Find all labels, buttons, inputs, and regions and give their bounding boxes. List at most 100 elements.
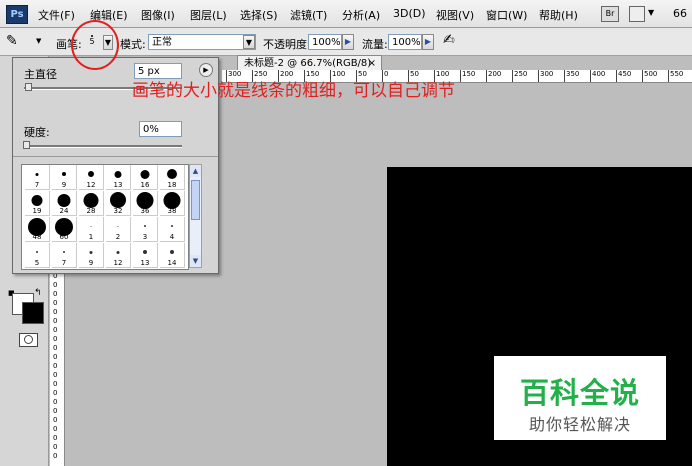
brush-size-label: 18 bbox=[167, 181, 177, 189]
ruler-label: 0 bbox=[53, 317, 58, 325]
ruler-label: 150 bbox=[460, 70, 475, 82]
brush-tip-icon bbox=[114, 170, 122, 178]
scroll-down-icon[interactable]: ▼ bbox=[190, 255, 201, 267]
ruler-label: 0 bbox=[53, 407, 58, 415]
brush-preset-cell[interactable]: 16 bbox=[133, 165, 158, 190]
watermark-title: 百科全说 bbox=[519, 376, 640, 410]
brush-preset-cell[interactable]: 36 bbox=[133, 191, 158, 216]
diameter-slider-handle[interactable] bbox=[25, 83, 32, 91]
brush-preset-cell[interactable]: 60 bbox=[52, 217, 77, 242]
scroll-up-icon[interactable]: ▲ bbox=[190, 165, 201, 177]
menu-view[interactable]: 视图(V) bbox=[436, 7, 474, 23]
opacity-input[interactable]: 100% bbox=[308, 34, 342, 50]
brush-size-label: 32 bbox=[113, 207, 123, 215]
menu-3d[interactable]: 3D(D) bbox=[393, 7, 426, 20]
zoom-level[interactable]: 66 bbox=[673, 7, 687, 20]
hardness-slider[interactable] bbox=[24, 145, 182, 148]
brush-preset-cell[interactable]: 9 bbox=[79, 243, 104, 268]
brush-preset-cell[interactable]: 48 bbox=[25, 217, 50, 242]
brush-tip-icon bbox=[63, 251, 65, 253]
brush-preset-cell[interactable]: 13 bbox=[106, 165, 131, 190]
brush-size-label: 36 bbox=[140, 207, 150, 215]
ruler-label: 0 bbox=[53, 299, 58, 307]
brush-preset-cell[interactable]: 4 bbox=[160, 217, 185, 242]
layout-icon[interactable] bbox=[629, 6, 645, 22]
ruler-label: 0 bbox=[53, 326, 58, 334]
preset-scrollbar[interactable]: ▲ ▼ bbox=[189, 164, 202, 268]
mode-select[interactable]: 正常 bbox=[148, 34, 256, 50]
diameter-label: 主直径 bbox=[24, 68, 57, 81]
brush-size-label: 13 bbox=[113, 181, 123, 189]
brush-tip-icon bbox=[170, 250, 174, 254]
menu-window[interactable]: 窗口(W) bbox=[486, 7, 527, 23]
ruler-label: 0 bbox=[53, 362, 58, 370]
quick-mask-button[interactable] bbox=[19, 333, 38, 347]
ruler-label: 0 bbox=[53, 425, 58, 433]
scroll-thumb[interactable] bbox=[191, 180, 200, 220]
ruler-label: 0 bbox=[53, 344, 58, 352]
brush-tip-icon bbox=[110, 192, 126, 208]
ruler-label: 0 bbox=[53, 380, 58, 388]
brush-size-label: 2 bbox=[115, 233, 121, 241]
hardness-input[interactable]: 0% bbox=[139, 121, 182, 137]
brush-tip-icon bbox=[89, 250, 93, 254]
menu-image[interactable]: 图像(I) bbox=[141, 7, 175, 23]
brush-size-label: 48 bbox=[32, 233, 42, 241]
brush-preset-cell[interactable]: 12 bbox=[79, 165, 104, 190]
brush-tip-icon bbox=[88, 171, 94, 177]
swap-colors-icon[interactable]: ↰ bbox=[34, 288, 42, 298]
brush-preset-cell[interactable]: 2 bbox=[106, 217, 131, 242]
brush-preset-grid[interactable]: 7 9 12 13 16 18 19 24 28 32 36 38 48 60 1 2 3 4 5 7 9 12 13 14 bbox=[21, 164, 189, 270]
brush-preset-cell[interactable]: 14 bbox=[160, 243, 185, 268]
hardness-slider-handle[interactable] bbox=[23, 141, 30, 149]
panel-menu-icon[interactable]: ▶ bbox=[199, 63, 213, 77]
brush-preset-cell[interactable]: 5 bbox=[25, 243, 50, 268]
brush-preset-cell[interactable]: 7 bbox=[25, 165, 50, 190]
brush-size-label: 38 bbox=[167, 207, 177, 215]
close-tab-icon[interactable]: × bbox=[368, 56, 376, 71]
ruler-label: 450 bbox=[616, 70, 631, 82]
background-color-swatch[interactable] bbox=[22, 302, 44, 324]
airbrush-icon[interactable]: ✍ bbox=[443, 32, 455, 48]
brush-size-label: 16 bbox=[140, 181, 150, 189]
flow-arrow-icon[interactable]: ▶ bbox=[422, 34, 434, 50]
menu-filter[interactable]: 滤镜(T) bbox=[290, 7, 327, 23]
flow-label: 流量: bbox=[362, 38, 388, 51]
ruler-label: 250 bbox=[512, 70, 527, 82]
menu-help[interactable]: 帮助(H) bbox=[539, 7, 578, 23]
brush-size-label: 28 bbox=[86, 207, 96, 215]
ruler-label: 0 bbox=[53, 371, 58, 379]
brush-preset-cell[interactable]: 3 bbox=[133, 217, 158, 242]
bridge-button[interactable]: Br bbox=[601, 6, 619, 22]
brush-preset-cell[interactable]: 1 bbox=[79, 217, 104, 242]
menu-analysis[interactable]: 分析(A) bbox=[342, 7, 380, 23]
photoshop-logo: Ps bbox=[6, 5, 28, 24]
brush-preset-cell[interactable]: 13 bbox=[133, 243, 158, 268]
brush-size-label: 7 bbox=[34, 181, 40, 189]
opacity-label: 不透明度: bbox=[263, 38, 311, 51]
menu-select[interactable]: 选择(S) bbox=[240, 7, 278, 23]
ruler-label: 0 bbox=[53, 434, 58, 442]
brush-preset-cell[interactable]: 24 bbox=[52, 191, 77, 216]
brush-preset-cell[interactable]: 9 bbox=[52, 165, 77, 190]
brush-preset-cell[interactable]: 18 bbox=[160, 165, 185, 190]
brush-tip-icon bbox=[143, 250, 147, 254]
brush-tool-icon[interactable]: ✎ bbox=[6, 33, 18, 49]
brush-preset-cell[interactable]: 28 bbox=[79, 191, 104, 216]
brush-preset-cell[interactable]: 19 bbox=[25, 191, 50, 216]
brush-preset-cell[interactable]: 12 bbox=[106, 243, 131, 268]
opacity-arrow-icon[interactable]: ▶ bbox=[342, 34, 354, 50]
menu-file[interactable]: 文件(F) bbox=[38, 7, 75, 23]
document-tab[interactable]: 未标题-2 @ 66.7%(RGB/8) × bbox=[237, 55, 382, 70]
mode-dropdown-icon[interactable]: ▼ bbox=[243, 35, 255, 49]
brush-preset-cell[interactable]: 7 bbox=[52, 243, 77, 268]
brush-preset-cell[interactable]: 32 bbox=[106, 191, 131, 216]
layout-dropdown-icon[interactable]: ▼ bbox=[648, 8, 654, 17]
brush-preset-cell[interactable]: 38 bbox=[160, 191, 185, 216]
brush-size-label: 4 bbox=[169, 233, 175, 241]
menu-layer[interactable]: 图层(L) bbox=[190, 7, 227, 23]
ruler-label: 350 bbox=[564, 70, 579, 82]
watermark-logo: 百科全说 助你轻松解决 bbox=[494, 356, 666, 440]
flow-input[interactable]: 100% bbox=[388, 34, 422, 50]
tool-preset-dropdown-icon[interactable]: ▼ bbox=[36, 37, 41, 45]
